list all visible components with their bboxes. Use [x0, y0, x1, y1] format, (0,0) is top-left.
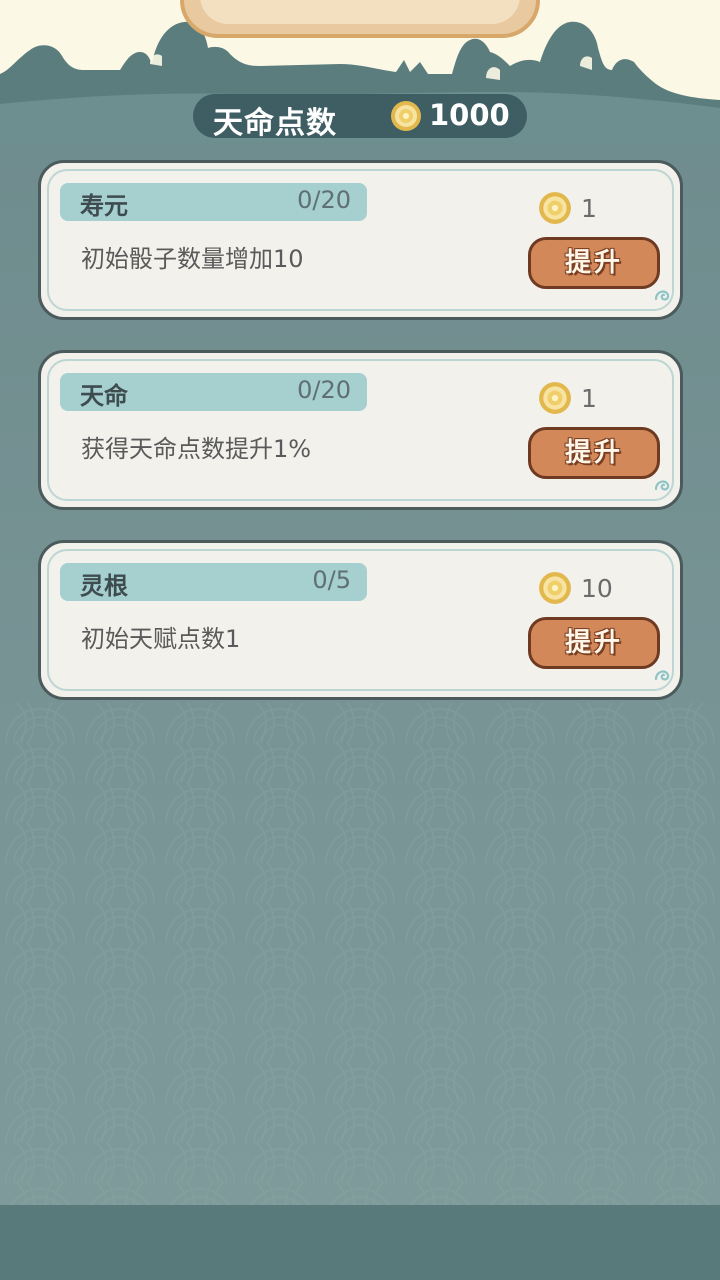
upgrade-name-tab: 灵根 0/5: [60, 563, 367, 601]
coin-icon: [538, 571, 572, 609]
upgrade-description: 初始天赋点数1: [81, 625, 241, 653]
upgrade-description: 初始骰子数量增加10: [81, 245, 304, 273]
swirl-icon: [652, 475, 672, 499]
upgrade-button[interactable]: 提升: [528, 427, 660, 479]
points-value: 1000: [429, 98, 510, 132]
swirl-icon: [652, 665, 672, 689]
swirl-icon: [652, 285, 672, 309]
upgrade-name-tab: 天命 0/20: [60, 373, 367, 411]
upgrade-name: 灵根: [80, 572, 128, 600]
upgrade-level: 0/5: [312, 566, 351, 594]
upgrade-button[interactable]: 提升: [528, 237, 660, 289]
cost-value: 1: [581, 194, 597, 223]
upgrade-name-tab: 寿元 0/20: [60, 183, 367, 221]
upgrade-button[interactable]: 提升: [528, 617, 660, 669]
upgrade-level: 0/20: [297, 186, 351, 214]
upgrade-description: 获得天命点数提升1%: [81, 435, 312, 463]
cost-value: 1: [581, 384, 597, 413]
header: 天命点数 1000: [0, 0, 720, 150]
upgrade-level: 0/20: [297, 376, 351, 404]
upgrade-name: 天命: [80, 382, 128, 410]
upgrade-card-linggen: 灵根 0/5 初始天赋点数1 10 提升: [38, 540, 683, 700]
coin-icon: [538, 381, 572, 419]
upgrade-card-shouyuan: 寿元 0/20 初始骰子数量增加10 1 提升: [38, 160, 683, 320]
points-bar: 天命点数 1000: [193, 94, 527, 141]
title-banner: [180, 0, 540, 38]
coin-icon: [538, 191, 572, 229]
points-label: 天命点数: [213, 106, 337, 141]
cost-value: 10: [581, 574, 613, 603]
upgrade-name: 寿元: [80, 192, 128, 220]
footer-bar: [0, 1205, 720, 1280]
upgrade-card-tianming: 天命 0/20 获得天命点数提升1% 1 提升: [38, 350, 683, 510]
